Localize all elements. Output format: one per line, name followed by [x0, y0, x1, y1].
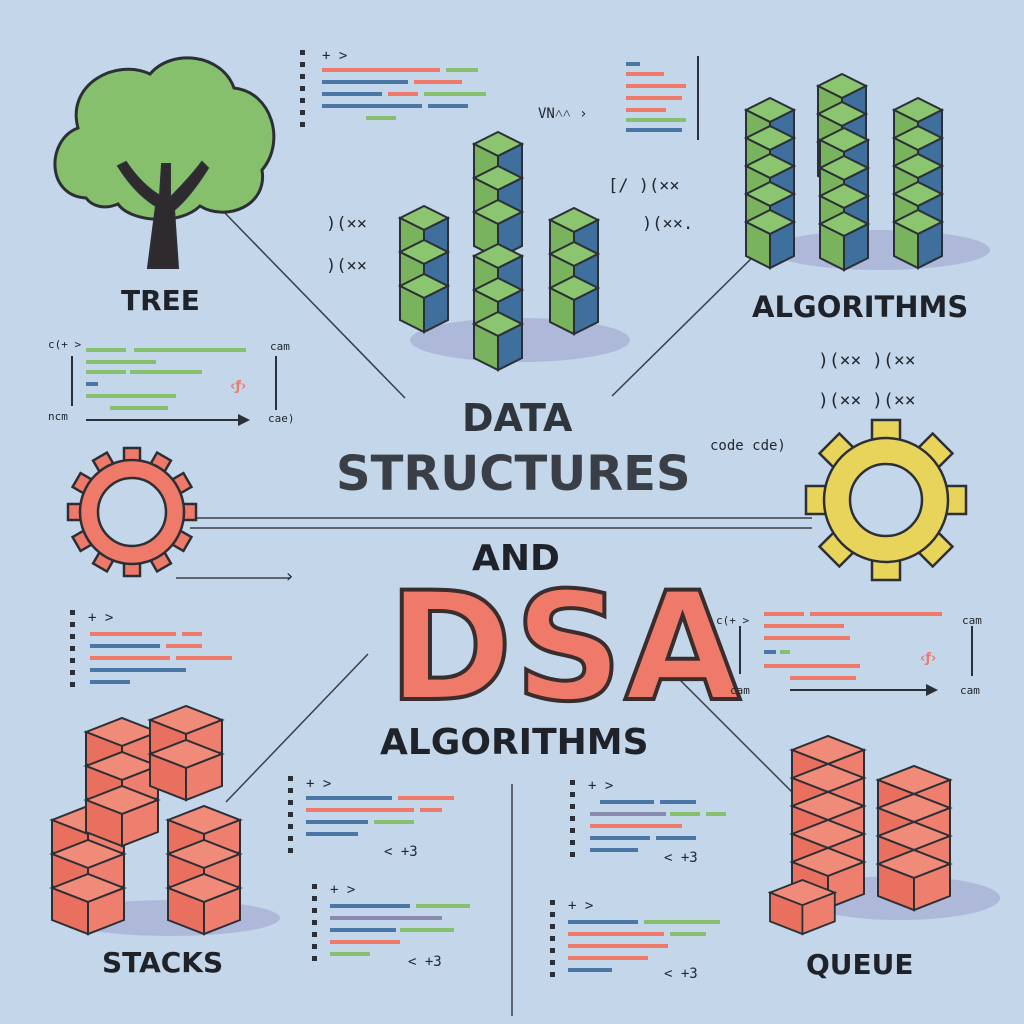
- svg-text:‹ƒ›: ‹ƒ›: [230, 379, 246, 394]
- svg-text:+ >: + >: [322, 48, 347, 64]
- code-glyph-vn: VN˄˄ ›: [538, 106, 588, 122]
- stack-blocks-icon: [51, 705, 280, 936]
- title-structures: STRUCTURES: [336, 446, 691, 502]
- green-block-stack-algorithms: [745, 73, 990, 271]
- queue-blocks-icon: [769, 735, 1000, 935]
- code-glyph-row-2: )(⨯⨯ )(⨯⨯: [818, 390, 916, 411]
- code-glyph-lt-d: < +3: [664, 966, 698, 982]
- code-glyph-cam-b: cam: [962, 614, 982, 627]
- code-snippet-bottom-1: + >: [288, 776, 454, 853]
- title-dsa: DSA: [386, 561, 743, 735]
- code-glyph-fxxx: [/ )(⨯⨯: [608, 176, 680, 196]
- title-algorithms-bottom: ALGORITHMS: [380, 722, 649, 763]
- svg-text:+ >: + >: [330, 882, 355, 898]
- code-snippet-bottom-3: + >: [312, 882, 470, 961]
- svg-text:+ >: + >: [306, 776, 331, 792]
- code-glyph-code-cde: code cde): [710, 438, 786, 454]
- dsa-infographic: + > ‹ƒ› + > ‹ƒ› + > + > + > + > TREE ALG…: [0, 0, 1024, 1024]
- code-snippet-top-left: + >: [300, 48, 486, 127]
- label-queue: QUEUE: [806, 948, 914, 981]
- tree-icon: [53, 56, 276, 269]
- code-glyph-lt-a: < +3: [384, 844, 418, 860]
- gear-icon-yellow: [804, 418, 968, 582]
- svg-text:+ >: + >: [568, 898, 593, 914]
- code-glyph-lt-c: < +3: [408, 954, 442, 970]
- code-glyph-xxx-a: )(⨯⨯: [326, 214, 367, 234]
- code-glyph-cae-a: cae): [268, 412, 295, 425]
- code-glyph-cplus-a: c(+ >: [48, 338, 82, 351]
- title-data: DATA: [462, 396, 573, 440]
- svg-text:+ >: + >: [88, 610, 113, 626]
- code-glyph-lt-b: < +3: [664, 850, 698, 866]
- code-snippet-right-mid: ‹ƒ›: [739, 612, 973, 696]
- code-glyph-xxx-b: )(⨯⨯: [326, 256, 367, 276]
- code-snippet-bottom-2: + >: [570, 778, 726, 857]
- code-glyph-cplus-b: c(+ >: [716, 614, 750, 627]
- code-snippet-top-center: [626, 56, 699, 140]
- code-glyph-cam-c: cam: [730, 684, 750, 697]
- code-glyph-ncm-a: ncm: [48, 410, 68, 423]
- arrow-glyph: ›: [284, 566, 295, 587]
- code-glyph-row-1: )(⨯⨯ )(⨯⨯: [818, 350, 916, 371]
- green-block-stack-center: [399, 131, 630, 371]
- illustration: + > ‹ƒ› + > ‹ƒ› + > + > + > + >: [51, 48, 1000, 1016]
- code-glyph-cam-d: cam: [960, 684, 980, 697]
- code-snippet-left-mid: + >: [70, 610, 232, 687]
- code-glyph-xxx-c: )(⨯⨯.: [642, 214, 694, 234]
- label-stacks: STACKS: [102, 946, 224, 979]
- svg-text:+ >: + >: [588, 778, 613, 794]
- svg-text:‹ƒ›: ‹ƒ›: [920, 651, 936, 666]
- code-snippet-mid-left: ‹ƒ›: [71, 348, 277, 426]
- label-algorithms-top: ALGORITHMS: [752, 290, 969, 324]
- code-glyph-cam-a: cam: [270, 340, 290, 353]
- gear-icon-coral: [66, 446, 198, 578]
- label-tree: TREE: [121, 284, 200, 317]
